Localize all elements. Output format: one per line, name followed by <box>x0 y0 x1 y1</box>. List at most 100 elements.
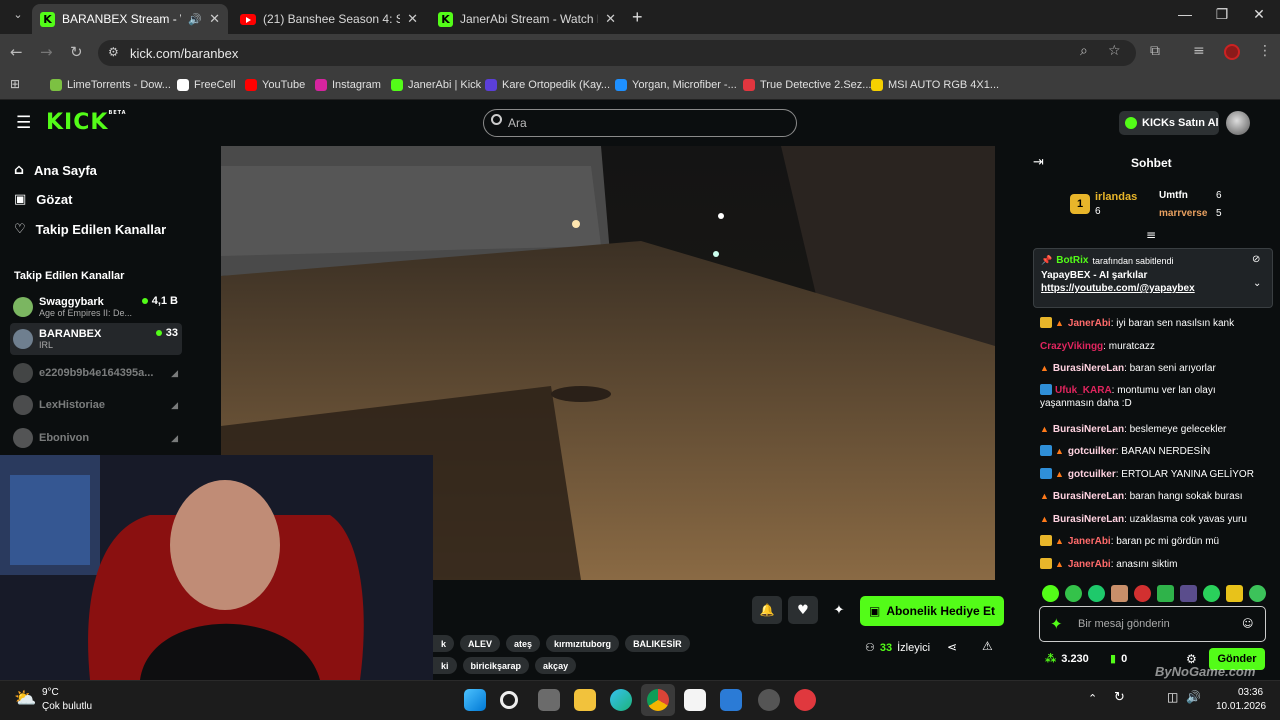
site-info-icon[interactable]: ⚙ <box>108 45 119 59</box>
kick-logo[interactable]: KICKBETA <box>46 110 127 135</box>
follow-button[interactable]: ♥ <box>788 596 818 624</box>
clock-time[interactable]: 03:36 <box>1238 687 1263 698</box>
buy-kicks-button[interactable]: KICKs Satın Al <box>1119 111 1219 135</box>
minimize-icon[interactable]: — <box>1170 6 1200 22</box>
tab-banshee[interactable]: (21) Banshee Season 4: Super T ✕ <box>232 4 426 34</box>
emote[interactable] <box>1088 585 1105 602</box>
close-icon[interactable]: ✕ <box>605 11 616 27</box>
collapse-chat-icon[interactable]: ⇥ <box>1033 155 1044 170</box>
new-tab-button[interactable]: + <box>632 7 643 28</box>
sparkle-icon[interactable]: ✦ <box>1050 615 1063 633</box>
bookmark-item[interactable]: True Detective 2.Sez... <box>743 76 871 94</box>
report-icon[interactable]: ⚠ <box>982 639 993 653</box>
chat-username[interactable]: BurasiNereLan <box>1053 424 1124 435</box>
nav-following[interactable]: ♡ Takip Edilen Kanallar <box>14 222 166 237</box>
sparkle-button[interactable]: ✦ <box>824 596 854 624</box>
channel-baranbex[interactable]: BARANBEX IRL 33 <box>10 323 182 355</box>
profile-avatar[interactable] <box>1224 44 1240 60</box>
bookmark-item[interactable]: FreeCell <box>177 76 236 94</box>
emote[interactable] <box>1157 585 1174 602</box>
channel-offline[interactable]: Ebonivon ◢ <box>10 422 182 454</box>
reload-icon[interactable]: ↻ <box>70 43 83 61</box>
chat-username[interactable]: BurasiNereLan <box>1053 491 1124 502</box>
notify-bell-button[interactable]: 🔔 <box>752 596 782 624</box>
url-field[interactable]: kick.com/baranbex <box>98 40 1136 66</box>
close-icon[interactable]: ✕ <box>209 11 220 27</box>
emote[interactable] <box>1249 585 1266 602</box>
tray-chevron-icon[interactable]: ⌃ <box>1088 692 1097 705</box>
tag[interactable]: akçay <box>535 657 577 674</box>
clock-date[interactable]: 10.01.2026 <box>1216 701 1266 712</box>
emote[interactable] <box>1065 585 1082 602</box>
edge-icon[interactable] <box>610 689 632 711</box>
speaker-icon[interactable]: 🔊 <box>188 13 202 26</box>
channel-offline[interactable]: e2209b9b4e164395a... ◢ <box>10 357 182 389</box>
chat-username[interactable]: JanerAbi <box>1068 318 1111 329</box>
search-icon[interactable] <box>500 691 518 709</box>
app-icon[interactable] <box>720 689 742 711</box>
pinned-link[interactable]: https://youtube.com/@yapaybex <box>1041 283 1265 294</box>
channel-points[interactable]: ⁂ 3.230 <box>1045 652 1089 665</box>
emoji-icon[interactable]: ☺ <box>1242 617 1253 630</box>
hamburger-menu-icon[interactable]: ☰ <box>16 113 31 133</box>
chat-username[interactable]: BurasiNereLan <box>1053 514 1124 525</box>
tag[interactable]: ateş <box>506 635 541 652</box>
tag[interactable]: biricikşarap <box>462 657 530 674</box>
bookmark-star-icon[interactable]: ☆ <box>1108 43 1121 59</box>
extensions-icon[interactable]: ⧉ <box>1150 43 1160 59</box>
zoom-icon[interactable]: ⌕ <box>1080 43 1088 59</box>
bookmark-item[interactable]: Kare Ortopedik (Kay... <box>485 76 610 94</box>
nav-browse[interactable]: ▣ Gözat <box>14 192 72 207</box>
tab-janerabi[interactable]: K JanerAbi Stream - Watch Live o ✕ <box>430 4 624 34</box>
chat-username[interactable]: Ufuk_KARA <box>1055 385 1112 396</box>
forward-icon[interactable]: → <box>40 43 53 61</box>
user-avatar[interactable] <box>1226 111 1250 135</box>
file-explorer-icon[interactable] <box>574 689 596 711</box>
chat-username[interactable]: BurasiNereLan <box>1053 363 1124 374</box>
chat-username[interactable]: JanerAbi <box>1068 536 1111 547</box>
weather-icon[interactable]: ⛅ <box>14 688 36 709</box>
tray-sync-icon[interactable]: ↻ <box>1114 690 1125 705</box>
channel-offline[interactable]: LexHistoriae ◢ <box>10 389 182 421</box>
tag[interactable]: ALEV <box>460 635 501 652</box>
bookmark-item[interactable]: Yorgan, Microfiber -... <box>615 76 737 94</box>
emote[interactable] <box>1180 585 1197 602</box>
tag[interactable]: BALIKESİR <box>625 635 690 652</box>
store-icon[interactable] <box>684 689 706 711</box>
tag[interactable]: ki <box>433 657 457 674</box>
app-red-icon[interactable] <box>794 689 816 711</box>
emote[interactable] <box>1226 585 1243 602</box>
task-view-icon[interactable] <box>538 689 560 711</box>
emote[interactable] <box>1042 585 1059 602</box>
kicks-balance[interactable]: ▮ 0 <box>1110 652 1127 665</box>
tab-baranbex[interactable]: K BARANBEX Stream - Watch 🔊 ✕ <box>32 4 228 34</box>
emote[interactable] <box>1134 585 1151 602</box>
bookmark-item[interactable]: Instagram <box>315 76 381 94</box>
bookmark-item[interactable]: YouTube <box>245 76 305 94</box>
chat-input[interactable]: Bir mesaj gönderin <box>1039 606 1266 642</box>
bookmark-item[interactable]: JanerAbi | Kick <box>391 76 481 94</box>
search-input[interactable]: Ara <box>483 109 797 137</box>
chat-username[interactable]: JanerAbi <box>1068 559 1111 570</box>
chat-username[interactable]: gotcuilker <box>1068 469 1116 480</box>
menu-dots-icon[interactable]: ⋮ <box>1258 43 1272 59</box>
nav-home[interactable]: ⌂ Ana Sayfa <box>14 162 97 178</box>
emote[interactable] <box>1111 585 1128 602</box>
bookmark-item[interactable]: MSI AUTO RGB 4X1... <box>871 76 999 94</box>
steelseries-icon[interactable] <box>758 689 780 711</box>
chat-username[interactable]: gotcuilker <box>1068 446 1116 457</box>
chat-username[interactable]: CrazyVikingg <box>1040 341 1103 352</box>
tab-search-button[interactable]: ⌄ <box>8 8 28 26</box>
apps-grid-icon[interactable]: ⊞ <box>10 77 20 91</box>
start-icon[interactable] <box>464 689 486 711</box>
chrome-icon[interactable] <box>647 689 669 711</box>
back-icon[interactable]: ← <box>10 43 23 61</box>
volume-icon[interactable]: 🔊 <box>1186 690 1201 704</box>
chevron-down-icon[interactable]: ⌄ <box>1253 278 1261 289</box>
tag[interactable]: k <box>433 635 455 652</box>
media-icon[interactable]: ≡ <box>1193 43 1205 59</box>
share-icon[interactable]: ⋖ <box>947 640 957 654</box>
chat-settings-icon[interactable]: ≡ <box>1146 228 1156 242</box>
unpin-icon[interactable]: ⊘ <box>1252 254 1260 265</box>
tag[interactable]: kırmızıtuborg <box>546 635 620 652</box>
